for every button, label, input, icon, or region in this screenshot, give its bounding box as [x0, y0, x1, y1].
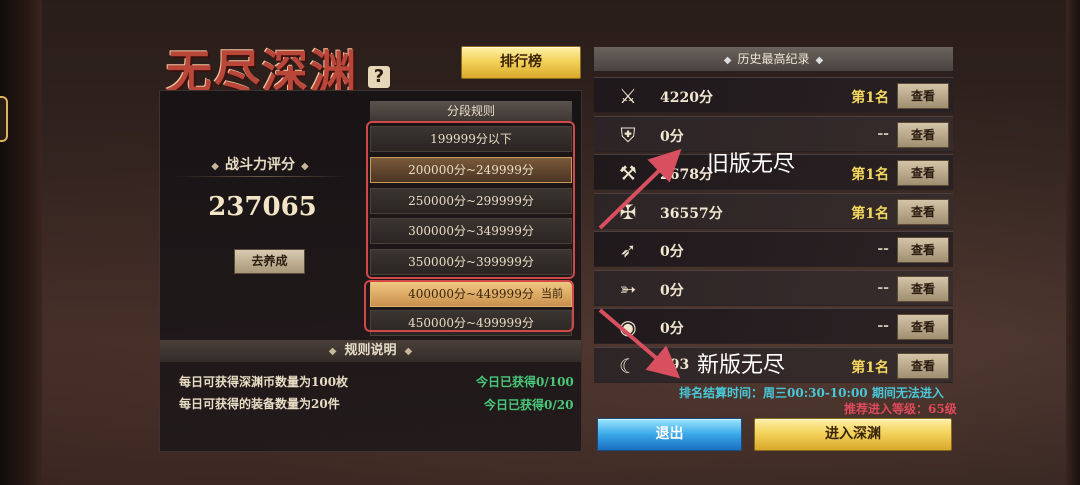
help-icon[interactable]: ? — [368, 66, 390, 88]
rule-status: 今日已获得0/20 — [484, 398, 574, 412]
diamond-icon: ◆ — [723, 55, 732, 66]
history-score: 0分 — [660, 244, 684, 260]
diamond-icon: ◆ — [815, 55, 824, 66]
rule-status: 今日已获得0/100 — [476, 375, 574, 389]
schedule-text: 排名结算时间：周三00:30-10:00 期间无法进入 — [679, 386, 944, 400]
annotation-box-new — [364, 280, 574, 332]
leaderboard-button[interactable]: 排行榜 — [461, 46, 581, 79]
view-button[interactable]: 查看 — [897, 353, 949, 379]
view-button[interactable]: 查看 — [897, 314, 949, 340]
rule-text: 每日可获得的装备数量为20件 — [179, 397, 340, 411]
exit-button[interactable]: 退出 — [597, 418, 742, 451]
segment-rules-header: 分段规则 — [370, 101, 572, 121]
annotation-new-version: 新版无尽 — [697, 353, 786, 378]
power-value: 237065 — [208, 192, 317, 222]
history-row: ➶ 0分 -- 查看 — [594, 231, 953, 267]
diamond-icon: ◆ — [301, 161, 309, 172]
view-button[interactable]: 查看 — [897, 122, 949, 148]
history-row: ⚔ 4220分 第1名 查看 — [594, 77, 953, 113]
battle-axe-icon: ⚒ — [619, 161, 637, 185]
diamond-icon: ◆ — [211, 161, 219, 172]
right-edge-decoration — [1066, 0, 1080, 485]
history-rank: 第1名 — [851, 167, 889, 183]
divider — [175, 176, 350, 177]
history-rank: -- — [877, 241, 889, 257]
history-rank: 第1名 — [851, 206, 889, 222]
history-rank: -- — [877, 280, 889, 296]
diamond-icon: ◆ — [328, 346, 337, 357]
crossed-axes-icon: ⚔ — [619, 84, 637, 108]
view-button[interactable]: 查看 — [897, 199, 949, 225]
history-rank: 第1名 — [851, 90, 889, 106]
left-edge-decoration — [0, 0, 42, 485]
history-header: ◆ 历史最高纪录 ◆ — [594, 47, 953, 71]
rules-header: ◆ 规则说明 ◆ — [160, 340, 581, 362]
power-label: ◆ 战斗力评分 ◆ — [190, 154, 330, 174]
history-rank: -- — [877, 126, 889, 142]
history-rank: -- — [877, 318, 889, 334]
history-score: 0分 — [660, 283, 684, 299]
train-button[interactable]: 去养成 — [234, 249, 305, 274]
shield-crest-icon: ⛨ — [620, 123, 636, 147]
history-row: ➳ 0分 -- 查看 — [594, 270, 953, 306]
history-row: ◉ 0分 -- 查看 — [594, 308, 953, 344]
bow-icon: ➳ — [619, 277, 637, 301]
eye-emblem-icon: ◉ — [619, 315, 637, 339]
winged-sword-icon: ✠ — [619, 200, 637, 224]
history-score: 293 — [660, 357, 690, 373]
annotation-box-old — [366, 121, 575, 279]
history-score: 4220分 — [660, 90, 713, 106]
view-button[interactable]: 查看 — [897, 237, 949, 263]
history-score: 2678分 — [660, 167, 713, 183]
spear-icon: ➶ — [619, 238, 637, 262]
history-score: 0分 — [660, 321, 684, 337]
rules-header-text: 规则说明 — [344, 343, 397, 358]
view-button[interactable]: 查看 — [897, 160, 949, 186]
history-score: 36557分 — [660, 206, 723, 222]
history-score: 0分 — [660, 129, 684, 145]
diamond-icon: ◆ — [404, 346, 413, 357]
side-drawer-handle[interactable] — [0, 96, 8, 142]
history-row: ✠ 36557分 第1名 查看 — [594, 193, 953, 229]
view-button[interactable]: 查看 — [897, 83, 949, 109]
view-button[interactable]: 查看 — [897, 276, 949, 302]
rule-text: 每日可获得深渊币数量为100枚 — [179, 375, 349, 389]
scythe-icon: ☾ — [619, 354, 637, 378]
history-header-text: 历史最高纪录 — [737, 52, 810, 66]
annotation-old-version: 旧版无尽 — [707, 152, 796, 177]
history-rank: 第1名 — [851, 360, 889, 376]
recommended-level: 推荐进入等级：65级 — [844, 402, 957, 416]
power-label-text: 战斗力评分 — [225, 157, 295, 173]
enter-abyss-button[interactable]: 进入深渊 — [754, 418, 952, 451]
